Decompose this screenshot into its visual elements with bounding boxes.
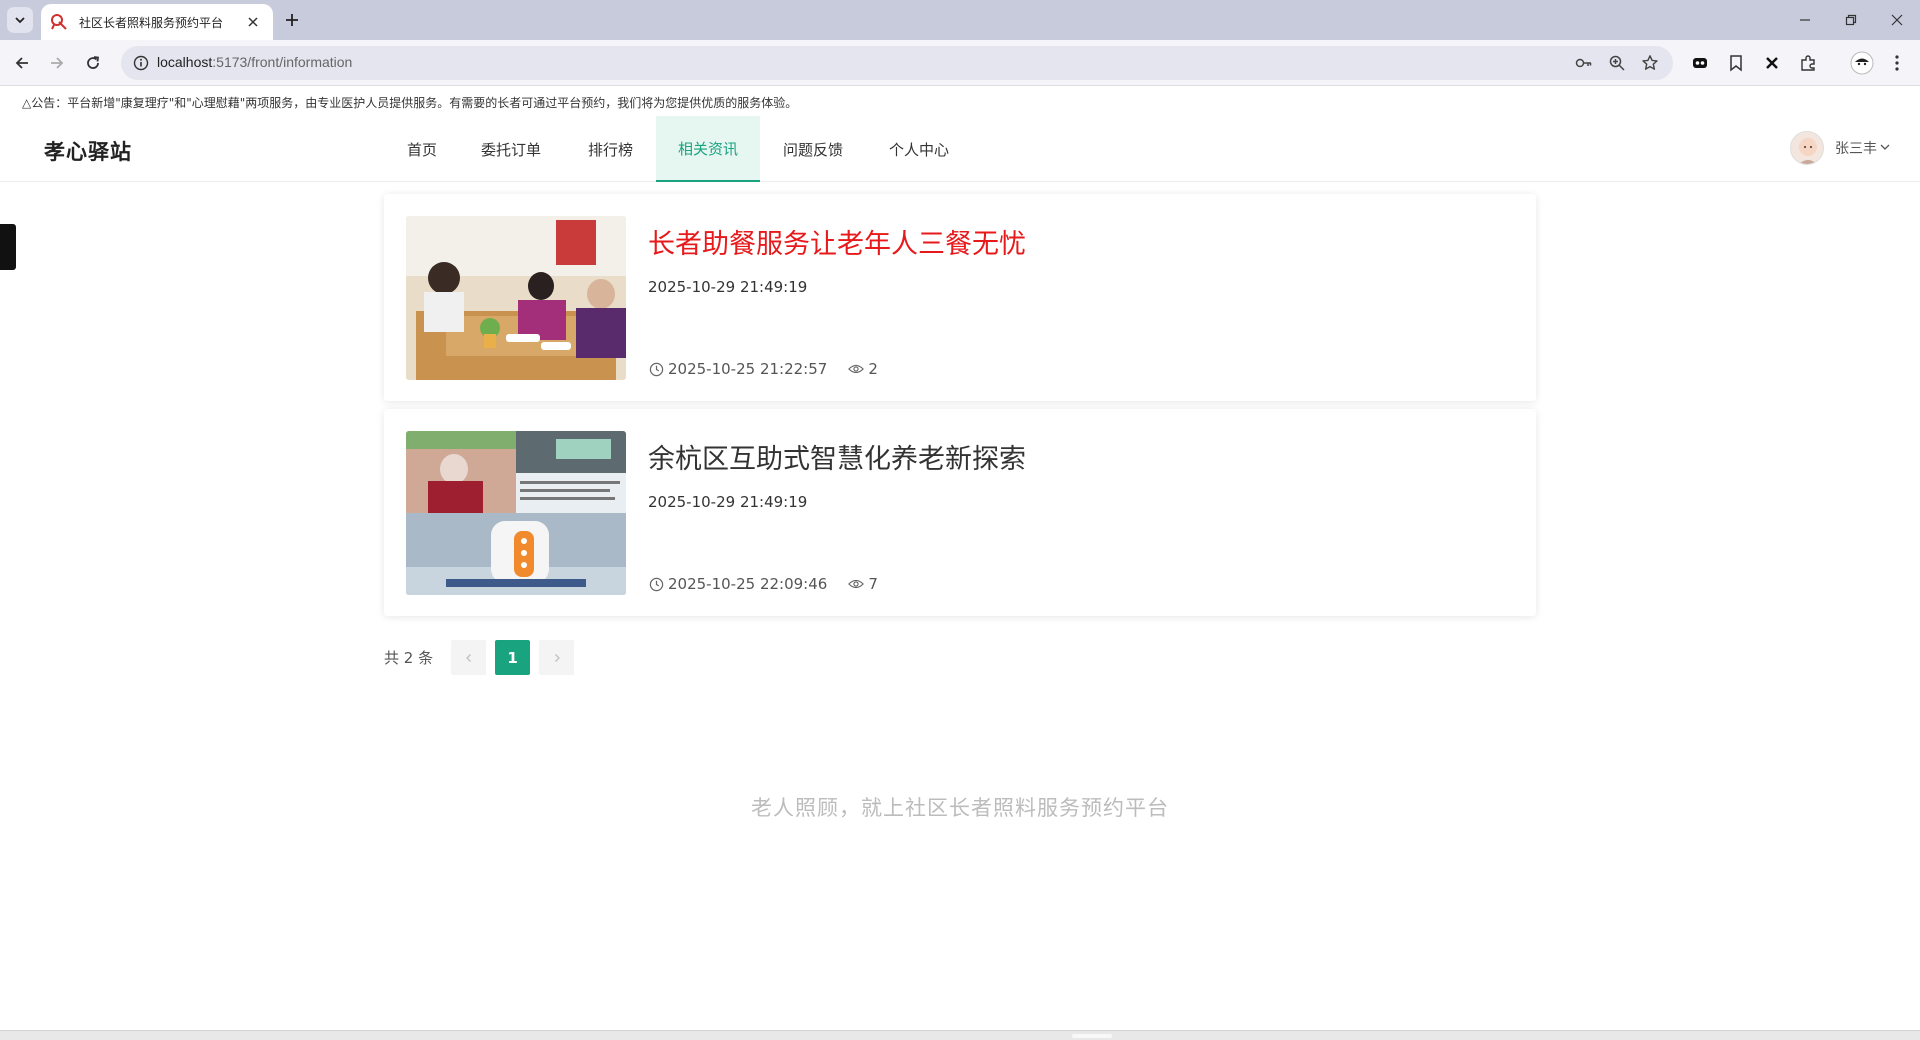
info-icon[interactable]	[131, 53, 151, 73]
url-path: :5173/front/information	[212, 54, 353, 70]
article-thumbnail[interactable]	[406, 431, 626, 595]
user-name[interactable]: 张三丰	[1835, 138, 1877, 158]
site-favicon-icon	[49, 12, 69, 32]
article-date: 2025-10-29 21:49:19	[648, 278, 808, 296]
kebab-icon[interactable]	[1886, 52, 1908, 74]
tab-search-button[interactable]	[7, 7, 33, 33]
eye-icon	[848, 361, 865, 377]
forward-icon	[51, 57, 64, 69]
minimize-icon	[1800, 19, 1810, 21]
pagination: 共 2 条 1	[384, 640, 583, 675]
smart-elderly-device-collage	[406, 431, 626, 595]
chevron-left-icon	[465, 653, 471, 662]
tab-title: 社区长者照料服务预约平台	[79, 15, 224, 30]
elderly-dining-photo	[406, 216, 626, 380]
extension-icon[interactable]	[1689, 52, 1711, 74]
clock-icon	[648, 576, 664, 592]
article-title[interactable]: 长者助餐服务让老年人三餐无忧	[648, 222, 1026, 261]
puzzle-icon[interactable]	[1797, 52, 1819, 74]
article-published-time: 2025-10-25 21:22:57	[668, 360, 828, 378]
url-host: localhost	[157, 54, 213, 70]
announcement-bar: △公告：平台新增"康复理疗"和"心理慰藉"两项服务，由专业医护人员提供服务。有需…	[22, 96, 798, 110]
floating-side-tab[interactable]	[0, 224, 16, 270]
article-thumbnail[interactable]	[406, 216, 626, 380]
zoom-icon[interactable]	[1607, 53, 1627, 73]
article-views: 7	[868, 575, 878, 593]
back-icon	[15, 57, 28, 69]
article-date: 2025-10-29 21:49:19	[648, 493, 808, 511]
user-menu[interactable]: 张三丰	[1790, 131, 1891, 165]
site-logo-text[interactable]: 孝心驿站	[44, 136, 132, 166]
new-tab-button[interactable]	[280, 8, 304, 32]
clock-icon	[648, 361, 664, 377]
article-card[interactable]: 余杭区互助式智慧化养老新探索 2025-10-29 21:49:19 2025-…	[384, 409, 1536, 616]
pagination-total: 共 2 条	[384, 649, 434, 667]
profile-icon[interactable]	[1849, 50, 1875, 76]
next-page-button[interactable]	[539, 640, 575, 675]
page-number-button[interactable]: 1	[495, 640, 531, 675]
forward-button[interactable]	[43, 49, 71, 77]
browser-tab-bar: 社区长者照料服务预约平台	[0, 0, 1920, 40]
restore-button[interactable]	[1828, 0, 1874, 40]
browser-toolbar: localhost:5173/front/information	[0, 40, 1920, 86]
address-bar[interactable]: localhost:5173/front/information	[121, 46, 1673, 80]
bookmark-icon[interactable]	[1725, 52, 1747, 74]
article-title[interactable]: 余杭区互助式智慧化养老新探索	[648, 437, 1026, 476]
key-icon[interactable]	[1574, 53, 1594, 73]
nav-feedback[interactable]: 问题反馈	[761, 116, 865, 182]
scrollbar-thumb[interactable]	[1072, 1034, 1112, 1038]
nav-ranking[interactable]: 排行榜	[566, 116, 655, 182]
article-card[interactable]: 长者助餐服务让老年人三餐无忧 2025-10-29 21:49:19 2025-…	[384, 194, 1536, 401]
chevron-right-icon	[554, 653, 560, 662]
nav-home[interactable]: 首页	[385, 116, 459, 182]
eye-icon	[848, 576, 865, 592]
site-header: 孝心驿站 首页 委托订单 排行榜 相关资讯 问题反馈 个人中心 张三丰	[0, 116, 1920, 182]
url-text[interactable]: localhost:5173/front/information	[157, 54, 352, 70]
browser-tab-active[interactable]: 社区长者照料服务预约平台	[41, 4, 273, 40]
reload-icon	[87, 56, 100, 69]
extension-x-icon[interactable]	[1761, 52, 1783, 74]
close-icon	[248, 17, 258, 27]
reload-button[interactable]	[79, 49, 107, 77]
nav-orders[interactable]: 委托订单	[459, 116, 563, 182]
close-icon	[1891, 14, 1903, 26]
restore-icon	[1845, 14, 1857, 26]
back-button[interactable]	[8, 49, 36, 77]
close-window-button[interactable]	[1874, 0, 1920, 40]
article-published-time: 2025-10-25 22:09:46	[668, 575, 828, 593]
star-icon[interactable]	[1640, 53, 1660, 73]
minimize-button[interactable]	[1782, 0, 1828, 40]
footer-slogan: 老人照顾，就上社区长者照料服务预约平台	[751, 796, 1169, 820]
plus-icon	[286, 14, 298, 26]
chevron-down-icon[interactable]	[1879, 141, 1891, 156]
article-meta: 2025-10-25 22:09:46 7	[648, 575, 878, 593]
nav-profile[interactable]: 个人中心	[867, 116, 971, 182]
horizontal-scrollbar[interactable]	[0, 1030, 1920, 1040]
nav-news[interactable]: 相关资讯	[656, 116, 761, 182]
tab-close-button[interactable]	[243, 12, 263, 32]
prev-page-button[interactable]	[451, 640, 487, 675]
avatar[interactable]	[1790, 131, 1824, 165]
article-meta: 2025-10-25 21:22:57 2	[648, 360, 878, 378]
chevron-down-icon	[15, 17, 25, 24]
article-views: 2	[868, 360, 878, 378]
